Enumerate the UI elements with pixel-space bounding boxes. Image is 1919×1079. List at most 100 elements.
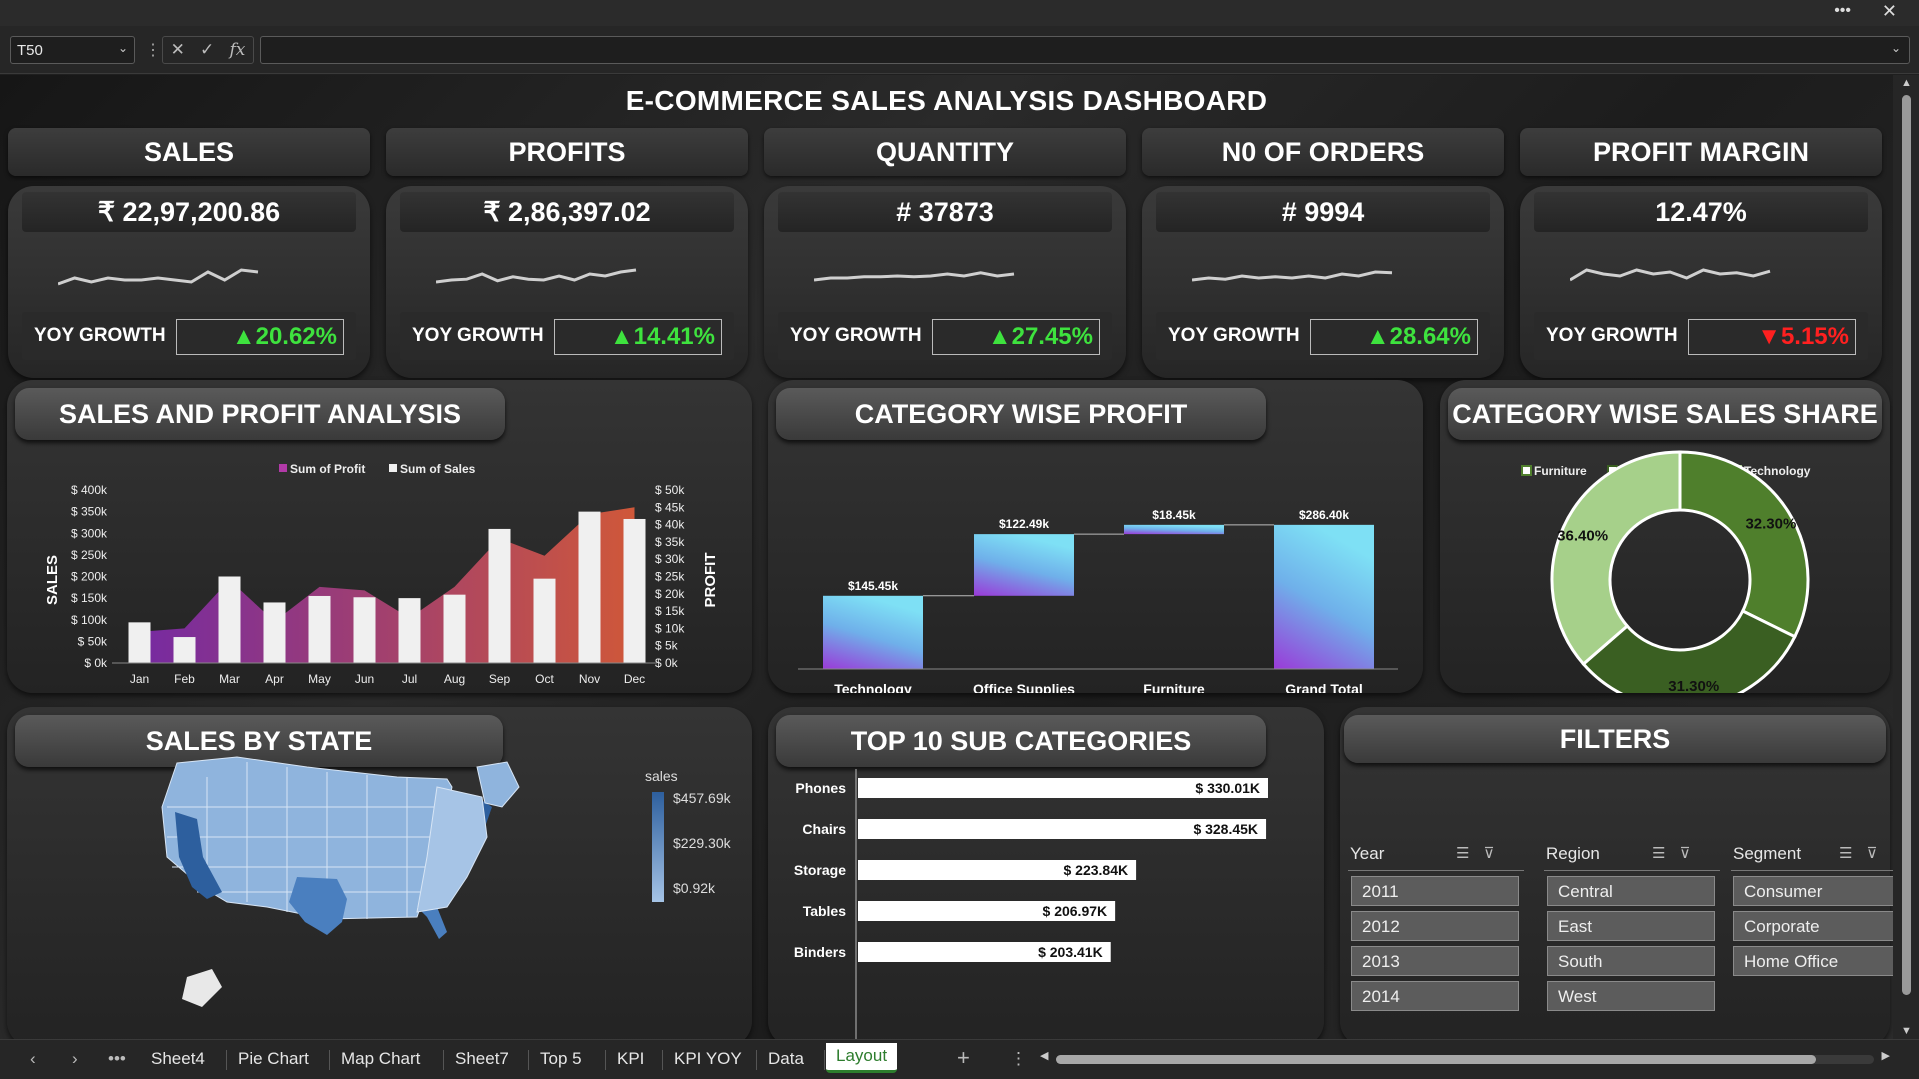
- multi-select-icon[interactable]: ☰: [1652, 845, 1679, 862]
- sheet-options-icon[interactable]: ⋮: [1010, 1049, 1027, 1069]
- subcategory-value: $ 223.84K: [1063, 862, 1128, 878]
- y-tick-right: $ 30k: [655, 552, 685, 566]
- horizontal-scrollbar[interactable]: ◀ ▶: [1040, 1049, 1890, 1066]
- clear-filter-icon[interactable]: ⊽: [1679, 845, 1704, 862]
- legend-sales: Sum of Sales: [400, 462, 476, 476]
- y-axis-label-left: SALES: [44, 555, 61, 605]
- subcategory-label: Storage: [794, 862, 846, 878]
- sheet-tab[interactable]: Top 5: [540, 1049, 582, 1069]
- name-box[interactable]: T50 ⌄: [10, 36, 135, 64]
- cancel-icon[interactable]: ✕: [171, 40, 185, 60]
- y-tick-right: $ 45k: [655, 500, 685, 514]
- sales-bar: [308, 595, 331, 663]
- more-options-icon[interactable]: •••: [1834, 2, 1851, 20]
- yoy-value: ▲27.45%: [932, 319, 1100, 355]
- slicer-item[interactable]: 2013: [1351, 946, 1519, 976]
- slicer-divider: [1731, 870, 1893, 871]
- tab-divider: [756, 1050, 757, 1070]
- map-legend-min: $0.92k: [673, 880, 716, 896]
- vertical-ellipsis-icon[interactable]: ⋮: [145, 40, 161, 60]
- close-icon[interactable]: ✕: [1882, 1, 1897, 22]
- sales-profit-chart: Sum of Profit Sum of Sales SALES PROFIT $ 0k…: [44, 462, 719, 686]
- sheet-tab[interactable]: Sheet4: [151, 1049, 205, 1069]
- sheet-tab[interactable]: Sheet7: [455, 1049, 509, 1069]
- kpi-card: 12.47% YOY GROWTH ▼5.15%: [1520, 186, 1882, 378]
- x-tick: Dec: [624, 672, 645, 686]
- multi-select-icon[interactable]: ☰: [1456, 845, 1483, 862]
- y-tick-right: $ 35k: [655, 535, 685, 549]
- y-tick-right: $ 40k: [655, 518, 685, 532]
- scroll-left-icon[interactable]: ◀: [1040, 1049, 1048, 1062]
- name-box-value: T50: [17, 42, 43, 59]
- slicer-item[interactable]: Central: [1547, 876, 1715, 906]
- scroll-up-icon[interactable]: ▲: [1901, 77, 1912, 89]
- kpi-yoy: YOY GROWTH ▲27.45%: [778, 312, 1112, 360]
- formula-actions: ✕ ✓ fx: [162, 36, 254, 64]
- y-tick-right: $ 25k: [655, 570, 685, 584]
- slicer-divider: [1544, 870, 1720, 871]
- scroll-thumb[interactable]: [1902, 95, 1911, 995]
- sales-bar: [623, 518, 646, 663]
- tab-divider: [443, 1050, 444, 1070]
- y-tick-left: $ 400k: [71, 483, 108, 497]
- sheet-tab[interactable]: Data: [768, 1049, 804, 1069]
- sheet-tab[interactable]: Pie Chart: [238, 1049, 309, 1069]
- more-sheets-icon[interactable]: •••: [108, 1049, 126, 1069]
- kpi-card: # 9994 YOY GROWTH ▲28.64%: [1142, 186, 1504, 378]
- next-sheet-icon[interactable]: ›: [72, 1049, 78, 1069]
- kpi-sparkline: [1570, 268, 1771, 282]
- sales-bar: [128, 622, 151, 663]
- kpi-header: N0 OF ORDERS: [1142, 128, 1504, 176]
- add-sheet-icon[interactable]: +: [957, 1045, 970, 1071]
- slicer-item[interactable]: Corporate: [1733, 911, 1893, 941]
- scroll-down-icon[interactable]: ▼: [1901, 1025, 1912, 1037]
- slicer-item[interactable]: West: [1547, 981, 1715, 1011]
- y-tick-left: $ 0k: [84, 656, 108, 670]
- clear-filter-icon[interactable]: ⊽: [1483, 845, 1508, 862]
- slicer-header: Region: [1546, 844, 1600, 863]
- map-florida: [417, 907, 447, 939]
- profit-area: [139, 507, 635, 663]
- prev-sheet-icon[interactable]: ‹: [30, 1049, 36, 1069]
- vertical-scrollbar[interactable]: ▲ ▼: [1893, 75, 1919, 1039]
- kpi-header: PROFITS: [386, 128, 748, 176]
- waterfall-label: $286.40k: [1299, 508, 1349, 522]
- slicer-item[interactable]: Consumer: [1733, 876, 1893, 906]
- kpi-value: ₹ 2,86,397.02: [400, 192, 734, 232]
- yoy-label: YOY GROWTH: [1546, 325, 1678, 346]
- scroll-right-icon[interactable]: ▶: [1882, 1049, 1890, 1062]
- us-map-chart: sales $457.69k $229.30k $0.92k: [161, 756, 732, 1007]
- insert-function-icon[interactable]: fx: [230, 40, 246, 60]
- sales-bar: [443, 594, 466, 663]
- window-title-bar: ••• ✕: [0, 0, 1919, 26]
- pie-slice: [1678, 450, 1810, 639]
- kpi-value: # 37873: [778, 192, 1112, 232]
- slicer-item[interactable]: East: [1547, 911, 1715, 941]
- y-tick-right: $ 50k: [655, 483, 685, 497]
- x-tick: Jul: [402, 672, 417, 686]
- sheet-tab[interactable]: Layout: [826, 1043, 898, 1073]
- sheet-tab[interactable]: KPI: [617, 1049, 644, 1069]
- kpi-card: # 37873 YOY GROWTH ▲27.45%: [764, 186, 1126, 378]
- x-tick: Jan: [130, 672, 149, 686]
- sparkline-path: [1570, 268, 1771, 282]
- x-tick: Aug: [444, 672, 465, 686]
- sales-bar: [488, 528, 511, 663]
- chevron-down-icon[interactable]: ⌄: [118, 41, 128, 55]
- scroll-thumb-horizontal[interactable]: [1056, 1055, 1816, 1064]
- multi-select-icon[interactable]: ☰: [1839, 845, 1866, 862]
- slicer-item[interactable]: Home Office: [1733, 946, 1893, 976]
- slicer-item[interactable]: South: [1547, 946, 1715, 976]
- formula-input[interactable]: ⌄: [260, 36, 1910, 64]
- slicer-item[interactable]: 2012: [1351, 911, 1519, 941]
- slicer-item[interactable]: 2011: [1351, 876, 1519, 906]
- slicer-toolbar: ☰⊽: [1652, 844, 1704, 862]
- kpi-yoy: YOY GROWTH ▲28.64%: [1156, 312, 1490, 360]
- slicer-item[interactable]: 2014: [1351, 981, 1519, 1011]
- sheet-tab[interactable]: KPI YOY: [674, 1049, 742, 1069]
- sheet-tab[interactable]: Map Chart: [341, 1049, 420, 1069]
- confirm-icon[interactable]: ✓: [200, 40, 214, 60]
- y-tick-left: $ 250k: [71, 548, 108, 562]
- expand-formula-icon[interactable]: ⌄: [1891, 41, 1901, 55]
- clear-filter-icon[interactable]: ⊽: [1866, 845, 1891, 862]
